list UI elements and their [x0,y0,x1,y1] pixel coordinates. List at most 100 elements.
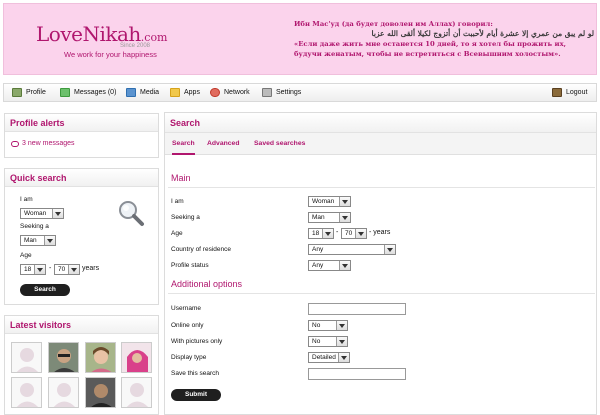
seeking-label: Seeking a [171,214,200,221]
main-nav: Profile Messages (0) Media Apps Network … [3,83,597,102]
submit-button[interactable]: Submit [171,389,221,401]
avatar-placeholder-icon [16,383,39,407]
visitor-thumb[interactable] [48,342,79,373]
main-section-title: Main [171,173,191,183]
display-type-label: Display type [171,354,207,361]
site-logo[interactable]: LoveNikah.com Since 2008 We work for you… [36,22,168,59]
age-to-select[interactable]: 70 [341,228,367,239]
nav-apps-label: Apps [184,89,200,96]
quote-arabic: لو لم يبق من عمري إلا عشرة أيام لأحببت أ… [371,29,594,38]
nav-logout[interactable]: Logout [552,88,587,97]
visitor-thumb[interactable] [11,342,42,373]
country-select[interactable]: Any [308,244,396,255]
message-bubble-icon [11,140,19,147]
additional-section-divider [168,293,595,294]
nav-profile-label: Profile [26,89,46,96]
avatar-placeholder-icon [16,348,39,372]
network-icon [210,88,220,97]
visitor-thumb[interactable] [85,377,116,408]
age-unit: - years [369,229,391,236]
quick-search-title: Quick search [5,169,158,187]
new-messages-label: 3 new messages [22,140,75,147]
avatar-placeholder-icon [126,383,149,407]
nav-apps[interactable]: Apps [170,88,200,97]
profile-alerts-title: Profile alerts [5,114,158,132]
age-from-select[interactable]: 18 [308,228,334,239]
with-pictures-select[interactable]: No [308,336,348,347]
nav-media-label: Media [140,89,160,96]
logout-icon [552,88,562,97]
latest-visitors-title: Latest visitors [5,316,158,334]
avatar [49,343,78,372]
quote-title: Ибн Мас'уд (да будет доволен им Аллах) г… [294,20,493,28]
settings-icon [262,88,272,97]
qs-age-separator: - [49,265,52,272]
qs-i-am-label: I am [20,196,33,203]
apps-icon [170,88,180,97]
nav-messages-label: Messages (0) [74,89,117,96]
save-search-input[interactable] [308,368,406,380]
magnifier-icon [119,201,144,226]
nav-messages[interactable]: Messages (0) [60,88,116,97]
qs-age-unit: years [82,265,100,272]
visitor-thumb[interactable] [48,377,79,408]
age-label: Age [171,230,183,237]
tab-search[interactable]: Search [172,140,195,155]
nav-logout-label: Logout [566,89,588,96]
nav-network-label: Network [224,89,250,96]
site-header: LoveNikah.com Since 2008 We work for you… [3,3,597,75]
search-panel: Search Search Advanced Saved searches Ma… [164,112,597,415]
profile-status-select[interactable]: Any [308,260,351,271]
qs-i-am-select[interactable]: Woman [20,208,64,219]
nav-profile[interactable]: Profile [12,88,46,97]
avatar [86,378,115,407]
i-am-label: I am [171,198,184,205]
profile-icon [12,88,22,97]
qs-age-label: Age [20,252,32,259]
search-title: Search [165,113,596,133]
visitor-thumb[interactable] [121,377,152,408]
display-type-select[interactable]: Detailed [308,352,350,363]
username-input[interactable] [308,303,406,315]
i-am-select[interactable]: Woman [308,196,351,207]
country-label: Country of residence [171,246,231,253]
qs-age-to-select[interactable]: 70 [54,264,80,275]
visitor-thumb[interactable] [85,342,116,373]
main-section-divider [168,187,595,188]
tab-saved-searches[interactable]: Saved searches [254,140,305,147]
nav-settings[interactable]: Settings [262,88,301,97]
tab-advanced[interactable]: Advanced [207,140,239,147]
quote-text: «Если даже жить мне останется 10 дней, т… [294,40,566,58]
username-label: Username [171,305,201,312]
messages-icon [60,88,70,97]
qs-search-button[interactable]: Search [20,284,70,296]
visitor-thumb[interactable] [11,377,42,408]
avatar-placeholder-icon [53,383,76,407]
seeking-select[interactable]: Man [308,212,351,223]
additional-section-title: Additional options [171,279,243,289]
quick-search-panel: Quick search I am Woman Seeking a Man Ag… [4,168,159,305]
media-icon [126,88,136,97]
nav-media[interactable]: Media [126,88,159,97]
age-separator: - [336,229,339,236]
visitor-thumb[interactable] [121,342,152,373]
online-only-label: Online only [171,322,204,329]
avatar [122,343,151,372]
qs-seeking-select[interactable]: Man [20,235,56,246]
avatar [86,343,115,372]
logo-since: Since 2008 [120,43,151,49]
save-search-label: Save this search [171,370,220,377]
profile-alerts-panel: Profile alerts 3 new messages [4,113,159,158]
latest-visitors-panel: Latest visitors [4,315,159,415]
with-pictures-label: With pictures only [171,338,223,345]
header-quote: Ибн Мас'уд (да будет доволен им Аллах) г… [294,19,594,59]
profile-status-label: Profile status [171,262,209,269]
nav-settings-label: Settings [276,89,302,96]
search-tabs: Search Advanced Saved searches [165,133,596,155]
logo-tagline: We work for your happiness [64,50,157,59]
nav-network[interactable]: Network [210,88,250,97]
online-only-select[interactable]: No [308,320,348,331]
new-messages-link[interactable]: 3 new messages [11,140,75,147]
qs-seeking-label: Seeking a [20,223,49,230]
qs-age-from-select[interactable]: 18 [20,264,46,275]
